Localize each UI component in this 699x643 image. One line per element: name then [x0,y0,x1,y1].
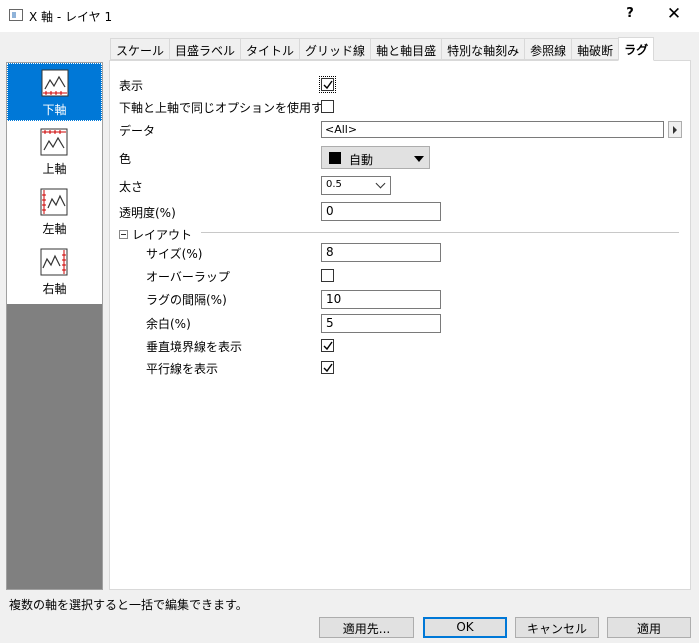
tab-rug[interactable]: ラグ [618,37,655,61]
thickness-value: 0.5 [326,179,342,190]
checkmark-icon [323,80,333,90]
right-axis-icon [40,248,68,276]
tab-scale[interactable]: スケール [110,38,170,60]
apply-button[interactable]: 適用 [607,617,691,638]
same-option-label: 下軸と上軸で同じオプションを使用する [119,101,336,115]
tab-axis-break[interactable]: 軸破断 [571,38,619,60]
color-label: 色 [119,152,132,166]
overlap-checkbox[interactable] [321,269,334,282]
same-option-checkbox[interactable] [321,100,334,113]
tab-grid-lines[interactable]: グリッド線 [299,38,371,60]
vertical-border-checkbox[interactable] [321,339,334,352]
cancel-button[interactable]: キャンセル [515,617,599,638]
tab-strip: スケール 目盛ラベル タイトル グリッド線 軸と軸目盛 特別な軸刻み 参照線 軸… [110,37,655,61]
spacing-label: ラグの間隔(%) [146,293,227,307]
spacing-input[interactable]: 10 [321,290,441,309]
margin-input[interactable]: 5 [321,314,441,333]
parallel-lines-checkbox[interactable] [321,361,334,374]
left-axis-icon [40,188,68,216]
axis-sidebar: 下軸 上軸 左軸 右軸 [6,62,103,590]
top-axis-icon [40,128,68,156]
margin-label: 余白(%) [146,317,191,331]
window-title: X 軸 - レイヤ 1 [29,10,113,24]
checkmark-icon [323,341,333,351]
sidebar-item-label: 右軸 [42,282,67,296]
color-value: 自動 [349,153,374,167]
color-swatch [329,152,341,164]
thickness-dropdown[interactable]: 0.5 [321,176,391,195]
size-input[interactable]: 8 [321,243,441,262]
status-text: 複数の軸を選択すると一括で編集できます。 [9,598,248,612]
size-label: サイズ(%) [146,247,203,261]
parallel-lines-label: 平行線を表示 [146,362,219,376]
transparency-label: 透明度(%) [119,206,176,220]
data-field[interactable]: <All> [321,121,664,138]
data-label: データ [119,124,156,138]
help-button[interactable]: ? [612,6,648,26]
title-bar: X 軸 - レイヤ 1 ? ✕ [0,0,699,32]
chevron-down-icon [375,178,386,189]
axis-list: 下軸 上軸 左軸 右軸 [7,63,102,304]
dropdown-arrow-icon [414,156,424,162]
data-expand-button[interactable] [668,121,682,138]
tab-reference-lines[interactable]: 参照線 [524,38,572,60]
bottom-axis-icon [41,69,69,97]
tab-tick-labels[interactable]: 目盛ラベル [169,38,241,60]
checkmark-icon [323,363,333,373]
tab-axis-ticks[interactable]: 軸と軸目盛 [370,38,442,60]
layout-group-label: レイアウト [132,228,193,242]
sidebar-item-left-axis[interactable]: 左軸 [7,183,102,241]
sidebar-item-label: 上軸 [42,162,67,176]
layout-group-header[interactable]: レイアウト [119,226,192,243]
vertical-border-label: 垂直境界線を表示 [146,340,243,354]
thickness-label: 太さ [119,180,144,194]
sidebar-item-right-axis[interactable]: 右軸 [7,243,102,301]
tab-special-ticks[interactable]: 特別な軸刻み [441,38,525,60]
sidebar-item-label: 下軸 [42,103,67,117]
color-dropdown[interactable]: 自動 [321,146,430,169]
show-label: 表示 [119,79,144,93]
show-checkbox[interactable] [319,76,336,93]
close-button[interactable]: ✕ [653,4,695,28]
ok-button[interactable]: OK [423,617,507,638]
sidebar-item-top-axis[interactable]: 上軸 [7,123,102,181]
sidebar-item-bottom-axis[interactable]: 下軸 [7,63,102,121]
overlap-label: オーバーラップ [146,270,230,284]
tab-title[interactable]: タイトル [240,38,300,60]
group-divider [201,232,679,233]
app-window-icon [9,9,23,21]
sidebar-item-label: 左軸 [42,222,67,236]
apply-to-button[interactable]: 適用先... [319,617,414,638]
transparency-input[interactable]: 0 [321,202,441,221]
collapse-icon[interactable] [119,230,128,239]
